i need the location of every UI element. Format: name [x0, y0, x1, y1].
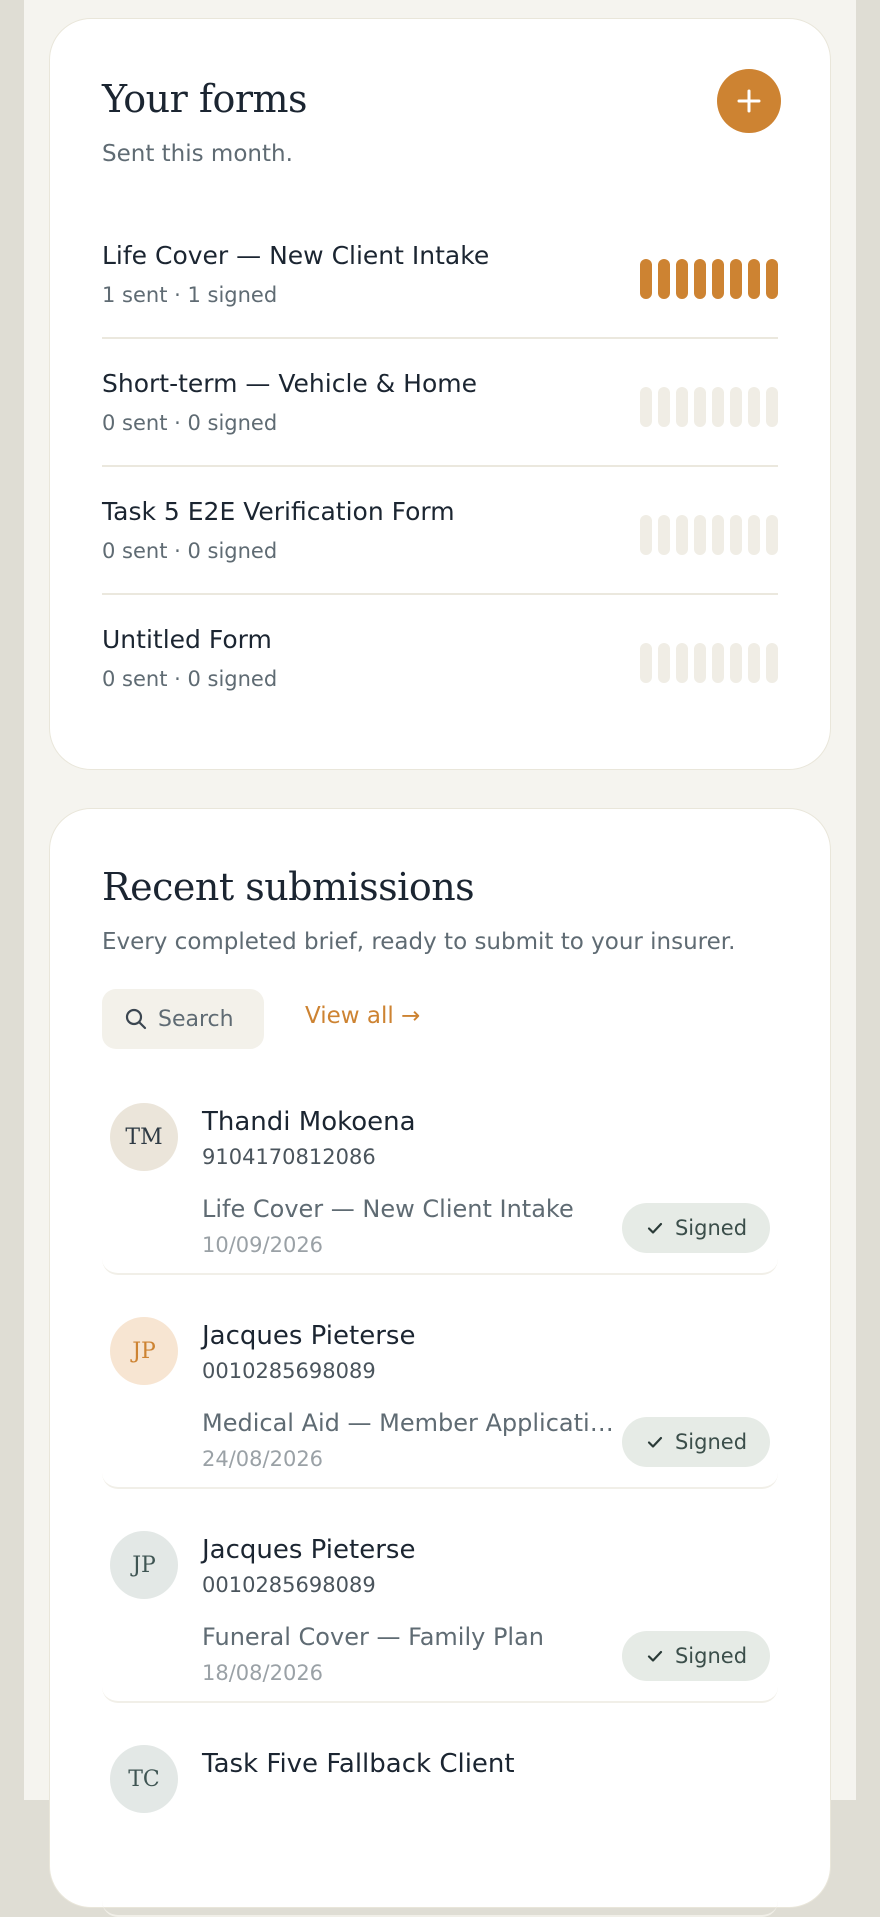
- form-progress-bars: [640, 515, 778, 555]
- submission-item[interactable]: TM Thandi Mokoena 9104170812086 Life Cov…: [102, 1085, 778, 1275]
- check-icon: [647, 1436, 663, 1448]
- status-text: Signed: [674, 1216, 748, 1240]
- search-icon: [124, 1007, 148, 1031]
- submission-item[interactable]: JP Jacques Pieterse 0010285698089 Medica…: [102, 1299, 778, 1489]
- client-name: Thandi Mokoena: [202, 1107, 416, 1137]
- avatar: TM: [110, 1103, 178, 1171]
- form-row[interactable]: Task 5 E2E Verification Form 0 sent · 0 …: [102, 467, 778, 595]
- client-id-number: 0010285698089: [202, 1359, 376, 1383]
- submissions-title: Recent submissions: [102, 865, 475, 909]
- submission-item[interactable]: TC Task Five Fallback Client: [102, 1727, 778, 1917]
- progress-bar-segment: [766, 515, 778, 555]
- progress-bar-segment: [712, 643, 724, 683]
- progress-bar-segment: [748, 259, 760, 299]
- progress-bar-segment: [748, 515, 760, 555]
- form-name: Short-term — Vehicle & Home: [102, 369, 477, 398]
- progress-bar-segment: [676, 515, 688, 555]
- form-stats: 0 sent · 0 signed: [102, 667, 278, 691]
- avatar: TC: [110, 1745, 178, 1813]
- progress-bar-segment: [712, 387, 724, 427]
- progress-bar-segment: [658, 259, 670, 299]
- form-stats: 0 sent · 0 signed: [102, 411, 278, 435]
- progress-bar-segment: [748, 387, 760, 427]
- add-form-button[interactable]: [717, 69, 781, 133]
- progress-bar-segment: [640, 259, 652, 299]
- progress-bar-segment: [640, 643, 652, 683]
- form-progress-bars: [640, 259, 778, 299]
- form-stats: 0 sent · 0 signed: [102, 539, 278, 563]
- progress-bar-segment: [748, 643, 760, 683]
- status-text: Signed: [674, 1430, 748, 1454]
- form-row[interactable]: Untitled Form 0 sent · 0 signed: [102, 595, 778, 723]
- avatar: JP: [110, 1317, 178, 1385]
- form-name: Untitled Form: [102, 625, 272, 654]
- check-icon: [647, 1650, 663, 1662]
- status-badge: Signed: [622, 1417, 770, 1467]
- submission-date: 10/09/2026: [202, 1233, 324, 1257]
- form-row[interactable]: Short-term — Vehicle & Home 0 sent · 0 s…: [102, 339, 778, 467]
- submissions-card: Recent submissions Every completed brief…: [49, 808, 831, 1917]
- progress-bar-segment: [712, 515, 724, 555]
- form-name: Task 5 E2E Verification Form: [102, 497, 455, 526]
- progress-bar-segment: [676, 643, 688, 683]
- progress-bar-segment: [694, 515, 706, 555]
- form-row[interactable]: Life Cover — New Client Intake 1 sent · …: [102, 211, 778, 339]
- submission-item[interactable]: JP Jacques Pieterse 0010285698089 Funera…: [102, 1513, 778, 1703]
- client-name: Jacques Pieterse: [202, 1321, 416, 1351]
- client-name: Task Five Fallback Client: [202, 1749, 515, 1779]
- progress-bar-segment: [694, 387, 706, 427]
- search-button[interactable]: Search: [102, 989, 264, 1049]
- progress-bar-segment: [730, 515, 742, 555]
- submissions-subtitle: Every completed brief, ready to submit t…: [102, 929, 736, 955]
- form-progress-bars: [640, 643, 778, 683]
- status-badge: Signed: [622, 1631, 770, 1681]
- progress-bar-segment: [676, 259, 688, 299]
- form-stats: 1 sent · 1 signed: [102, 283, 278, 307]
- progress-bar-segment: [658, 643, 670, 683]
- form-progress-bars: [640, 387, 778, 427]
- submission-form-name: Life Cover — New Client Intake: [202, 1195, 574, 1223]
- view-all-link[interactable]: View all →: [305, 1003, 420, 1029]
- progress-bar-segment: [730, 259, 742, 299]
- progress-bar-segment: [730, 387, 742, 427]
- progress-bar-segment: [658, 515, 670, 555]
- client-id-number: 0010285698089: [202, 1573, 376, 1597]
- progress-bar-segment: [766, 259, 778, 299]
- submission-form-name: Medical Aid — Member Application: [202, 1409, 617, 1437]
- progress-bar-segment: [658, 387, 670, 427]
- progress-bar-segment: [676, 387, 688, 427]
- progress-bar-segment: [640, 515, 652, 555]
- status-badge: Signed: [622, 1203, 770, 1253]
- progress-bar-segment: [694, 643, 706, 683]
- progress-bar-segment: [766, 387, 778, 427]
- page: Your forms Sent this month. Life Cover —…: [24, 0, 856, 1917]
- avatar: JP: [110, 1531, 178, 1599]
- forms-card: Your forms Sent this month. Life Cover —…: [49, 18, 831, 770]
- submission-form-name: Funeral Cover — Family Plan: [202, 1623, 544, 1651]
- status-text: Signed: [674, 1644, 748, 1668]
- forms-subtitle: Sent this month.: [102, 141, 293, 167]
- client-id-number: 9104170812086: [202, 1145, 376, 1169]
- progress-bar-segment: [766, 643, 778, 683]
- form-name: Life Cover — New Client Intake: [102, 241, 490, 270]
- progress-bar-segment: [640, 387, 652, 427]
- check-icon: [647, 1222, 663, 1234]
- progress-bar-segment: [730, 643, 742, 683]
- submission-date: 18/08/2026: [202, 1661, 324, 1685]
- progress-bar-segment: [712, 259, 724, 299]
- progress-bar-segment: [694, 259, 706, 299]
- forms-title: Your forms: [102, 77, 308, 121]
- plus-icon: [737, 89, 761, 113]
- search-label: Search: [158, 1006, 234, 1032]
- submission-date: 24/08/2026: [202, 1447, 324, 1471]
- client-name: Jacques Pieterse: [202, 1535, 416, 1565]
